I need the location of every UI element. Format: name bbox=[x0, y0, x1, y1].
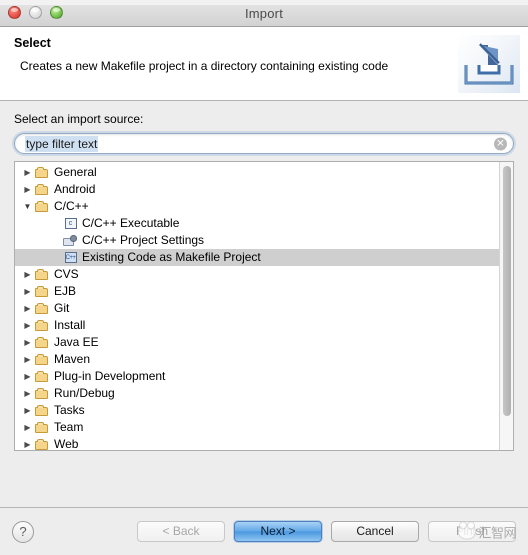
tree-item-label: Plug-in Development bbox=[54, 369, 166, 383]
folder-icon bbox=[34, 268, 51, 282]
folder-icon bbox=[34, 302, 51, 316]
tree-item-general[interactable]: ▶ General bbox=[15, 164, 499, 181]
icon-glyph: C++ bbox=[64, 252, 77, 263]
tree-item-label: Run/Debug bbox=[54, 386, 115, 400]
tree-item-label: Team bbox=[54, 420, 84, 434]
tree-item-label: C/C++ Project Settings bbox=[82, 233, 205, 247]
tree-item-c-c-project-settings[interactable]: C/C++ Project Settings bbox=[15, 232, 499, 249]
wizard-footer: ? < Back Next > Cancel Finish 汇智网 bbox=[0, 507, 528, 555]
chevron-right-icon[interactable]: ▶ bbox=[21, 351, 34, 368]
folder-icon bbox=[34, 353, 51, 367]
cancel-button[interactable]: Cancel bbox=[331, 521, 419, 542]
tree-item-label: Git bbox=[54, 301, 70, 315]
tree-item-label: EJB bbox=[54, 284, 77, 298]
tree-item-tasks[interactable]: ▶ Tasks bbox=[15, 402, 499, 419]
tree-item-plug-in-development[interactable]: ▶ Plug-in Development bbox=[15, 368, 499, 385]
tree-item-label: Android bbox=[54, 182, 96, 196]
import-source-label: Select an import source: bbox=[14, 112, 144, 126]
c-file-icon: c bbox=[62, 217, 79, 231]
wizard-body: Select an import source: type filter tex… bbox=[0, 101, 528, 507]
tree-item-label: Existing Code as Makefile Project bbox=[82, 250, 261, 264]
folder-icon bbox=[34, 404, 51, 418]
tree-item-label: C/C++ bbox=[54, 199, 89, 213]
tree-scrollbar-thumb[interactable] bbox=[503, 166, 511, 416]
tree-item-run-debug[interactable]: ▶ Run/Debug bbox=[15, 385, 499, 402]
page-description: Creates a new Makefile project in a dire… bbox=[20, 59, 389, 73]
folder-icon bbox=[34, 387, 51, 401]
tree-item-label: General bbox=[54, 165, 97, 179]
tree-item-c-c-executable[interactable]: c C/C++ Executable bbox=[15, 215, 499, 232]
folder-icon bbox=[34, 183, 51, 197]
minimize-button-icon[interactable] bbox=[29, 6, 42, 19]
tree-item-c-c[interactable]: ▼ C/C++ bbox=[15, 198, 499, 215]
tree-item-label: Maven bbox=[54, 352, 91, 366]
chevron-right-icon[interactable]: ▶ bbox=[21, 266, 34, 283]
tree-item-git[interactable]: ▶ Git bbox=[15, 300, 499, 317]
zoom-button-icon[interactable] bbox=[50, 6, 63, 19]
tree-item-label: Java EE bbox=[54, 335, 99, 349]
clear-circle-icon[interactable]: ✕ bbox=[494, 137, 507, 150]
tree-item-label: C/C++ Executable bbox=[82, 216, 180, 230]
tree-item-maven[interactable]: ▶ Maven bbox=[15, 351, 499, 368]
tree-item-java-ee[interactable]: ▶ Java EE bbox=[15, 334, 499, 351]
folder-icon bbox=[34, 166, 51, 180]
window-title: Import bbox=[244, 5, 284, 21]
tree-item-android[interactable]: ▶ Android bbox=[15, 181, 499, 198]
close-button-icon[interactable] bbox=[8, 6, 21, 19]
chevron-right-icon[interactable]: ▶ bbox=[21, 385, 34, 402]
page-title: Select bbox=[14, 36, 51, 50]
settings-gear-icon bbox=[62, 234, 79, 248]
chevron-right-icon[interactable]: ▶ bbox=[21, 402, 34, 419]
chevron-down-icon[interactable]: ▼ bbox=[21, 198, 34, 215]
next-button[interactable]: Next > bbox=[234, 521, 322, 542]
chevron-right-icon[interactable]: ▶ bbox=[21, 334, 34, 351]
tree-item-label: CVS bbox=[54, 267, 79, 281]
folder-icon bbox=[34, 200, 51, 214]
chevron-right-icon[interactable]: ▶ bbox=[21, 436, 34, 450]
folder-icon bbox=[34, 438, 51, 451]
tree-item-team[interactable]: ▶ Team bbox=[15, 419, 499, 436]
import-wizard-window: Import Select Creates a new Makefile pro… bbox=[0, 0, 528, 555]
finish-button[interactable]: Finish bbox=[428, 521, 516, 542]
back-button[interactable]: < Back bbox=[137, 521, 225, 542]
wizard-button-group: < Back Next > Cancel Finish bbox=[137, 521, 516, 542]
tree-item-label: Web bbox=[54, 437, 79, 450]
cpp-file-icon: C++ bbox=[62, 251, 79, 265]
tree-rows-container[interactable]: ▶ General ▶ Android ▼ C/C++ c C/C++ Executable C… bbox=[15, 162, 499, 450]
wizard-header: Select Creates a new Makefile project in… bbox=[0, 27, 528, 101]
tree-item-cvs[interactable]: ▶ CVS bbox=[15, 266, 499, 283]
tree-item-label: Install bbox=[54, 318, 86, 332]
chevron-right-icon[interactable]: ▶ bbox=[21, 283, 34, 300]
tree-item-web[interactable]: ▶ Web bbox=[15, 436, 499, 450]
chevron-right-icon[interactable]: ▶ bbox=[21, 368, 34, 385]
background-window-peek bbox=[0, 0, 528, 5]
folder-icon bbox=[34, 336, 51, 350]
icon-glyph: c bbox=[64, 218, 77, 229]
folder-icon bbox=[34, 421, 51, 435]
folder-icon bbox=[34, 319, 51, 333]
help-button[interactable]: ? bbox=[12, 520, 34, 543]
chevron-right-icon[interactable]: ▶ bbox=[21, 419, 34, 436]
folder-icon bbox=[34, 285, 51, 299]
tree-scrollbar[interactable] bbox=[499, 162, 513, 450]
chevron-right-icon[interactable]: ▶ bbox=[21, 300, 34, 317]
search-input[interactable]: type filter text bbox=[14, 133, 514, 154]
window-titlebar: Import bbox=[0, 0, 528, 27]
chevron-right-icon[interactable]: ▶ bbox=[21, 317, 34, 334]
folder-icon bbox=[34, 370, 51, 384]
tree-item-existing-code-as-makefile-project[interactable]: C++ Existing Code as Makefile Project bbox=[15, 249, 499, 266]
tree-item-install[interactable]: ▶ Install bbox=[15, 317, 499, 334]
search-input-value: type filter text bbox=[25, 135, 99, 152]
tree-item-label: Tasks bbox=[54, 403, 85, 417]
chevron-right-icon[interactable]: ▶ bbox=[21, 181, 34, 198]
filter-field-wrapper: type filter text ✕ bbox=[14, 133, 514, 154]
import-wizard-icon bbox=[458, 35, 520, 93]
chevron-right-icon[interactable]: ▶ bbox=[21, 164, 34, 181]
tree-item-ejb[interactable]: ▶ EJB bbox=[15, 283, 499, 300]
window-controls[interactable] bbox=[8, 6, 63, 19]
import-source-tree: ▶ General ▶ Android ▼ C/C++ c C/C++ Executable C… bbox=[14, 161, 514, 451]
